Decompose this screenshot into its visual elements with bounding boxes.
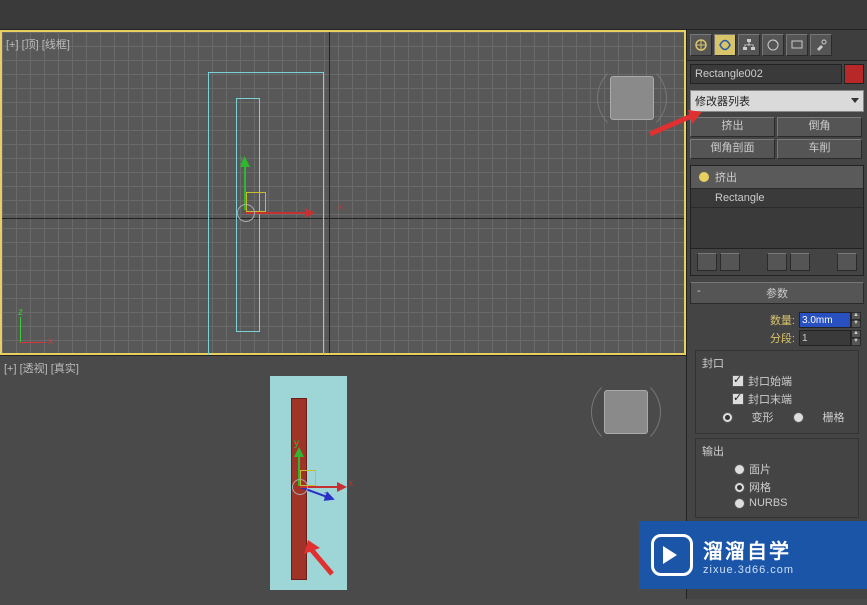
cap-start-label: 封口始端	[748, 373, 792, 389]
amount-spinner[interactable]	[799, 312, 851, 328]
viewport-grid	[2, 32, 684, 353]
pin-stack-icon[interactable]	[697, 253, 717, 271]
bulb-icon[interactable]	[699, 172, 709, 182]
modifier-stack: 挤出 Rectangle	[690, 165, 864, 276]
perspective-scene: x y z	[270, 376, 347, 590]
mesh-label: 网格	[749, 479, 771, 495]
output-legend: 输出	[702, 446, 724, 458]
patch-radio[interactable]	[734, 464, 745, 475]
spinner-up-icon[interactable]: ▲	[851, 312, 861, 320]
collapse-icon: -	[697, 285, 701, 297]
command-panel: 修改器列表 挤出 倒角 倒角剖面 车削 挤出 Rectangle	[686, 30, 867, 599]
modifier-list-label: 修改器列表	[695, 93, 750, 109]
bevel-profile-button[interactable]: 倒角剖面	[690, 139, 775, 159]
mesh-radio[interactable]	[734, 482, 745, 493]
nurbs-radio[interactable]	[734, 498, 745, 509]
show-end-result-icon[interactable]	[720, 253, 740, 271]
capping-legend: 封口	[702, 358, 724, 370]
extrude-button[interactable]: 挤出	[690, 117, 775, 137]
chamfer-button[interactable]: 倒角	[777, 117, 862, 137]
patch-label: 面片	[749, 461, 771, 477]
gizmo-center[interactable]	[237, 204, 255, 222]
utilities-tab-icon[interactable]	[810, 34, 832, 56]
create-tab-icon[interactable]	[690, 34, 712, 56]
grid-radio[interactable]	[793, 412, 804, 423]
remove-modifier-icon[interactable]	[790, 253, 810, 271]
morph-label: 变形	[752, 409, 774, 425]
configure-sets-icon[interactable]	[837, 253, 857, 271]
viewport-area: [+] [顶] [线框] x y z x [+] [透视] [真实]	[0, 30, 686, 599]
panel-tabs	[687, 30, 867, 61]
stack-item-label: 挤出	[715, 169, 737, 185]
object-name-input[interactable]	[690, 64, 842, 84]
segments-spinner[interactable]	[799, 330, 851, 346]
viewport-top[interactable]: [+] [顶] [线框] x y z x	[0, 30, 686, 355]
nurbs-label: NURBS	[749, 497, 788, 509]
morph-radio[interactable]	[722, 412, 733, 423]
stack-item-label: Rectangle	[715, 192, 765, 204]
modify-tab-icon[interactable]	[714, 34, 736, 56]
viewcube[interactable]	[604, 390, 648, 434]
viewport-perspective[interactable]: [+] [透视] [真实] x y z	[0, 355, 686, 599]
object-color-swatch[interactable]	[844, 64, 864, 84]
watermark: 溜溜自学 zixue.3d66.com	[639, 521, 867, 589]
lathe-button[interactable]: 车削	[777, 139, 862, 159]
gizmo-y-label: y	[240, 154, 245, 165]
modifier-list-dropdown[interactable]: 修改器列表	[690, 90, 864, 112]
spinner-down-icon[interactable]: ▼	[851, 338, 861, 346]
viewcube[interactable]	[610, 76, 654, 120]
gizmo-x-axis[interactable]	[246, 212, 312, 214]
segments-label: 分段:	[770, 330, 795, 346]
play-icon	[651, 534, 693, 576]
spinner-down-icon[interactable]: ▼	[851, 320, 861, 328]
watermark-title: 溜溜自学	[703, 535, 794, 564]
output-group: 输出 面片 网格 NURBS	[695, 438, 859, 518]
hierarchy-tab-icon[interactable]	[738, 34, 760, 56]
viewport-top-label[interactable]: [+] [顶] [线框]	[6, 36, 70, 52]
params-rollout-header[interactable]: - 参数	[690, 282, 864, 304]
params-rollout: 数量: ▲▼ 分段: ▲▼ 封口 封口始端	[687, 306, 867, 544]
grid-label: 栅格	[823, 409, 845, 425]
capping-group: 封口 封口始端 封口末端 变形 栅格	[695, 350, 859, 434]
rollout-title: 参数	[766, 288, 788, 300]
watermark-subtitle: zixue.3d66.com	[703, 564, 794, 576]
viewport-persp-label[interactable]: [+] [透视] [真实]	[4, 360, 79, 376]
spinner-up-icon[interactable]: ▲	[851, 330, 861, 338]
display-tab-icon[interactable]	[786, 34, 808, 56]
cap-end-label: 封口末端	[748, 391, 792, 407]
top-toolbar	[0, 0, 867, 30]
gizmo-x-label: x	[338, 202, 343, 213]
chevron-down-icon	[851, 98, 859, 107]
amount-label: 数量:	[770, 312, 795, 328]
stack-item-extrude[interactable]: 挤出	[691, 166, 863, 189]
stack-toolbar	[691, 248, 863, 275]
cap-start-checkbox[interactable]	[732, 375, 744, 387]
stack-item-rectangle[interactable]: Rectangle	[691, 189, 863, 208]
make-unique-icon[interactable]	[767, 253, 787, 271]
cap-end-checkbox[interactable]	[732, 393, 744, 405]
gizmo-center[interactable]	[292, 479, 308, 495]
motion-tab-icon[interactable]	[762, 34, 784, 56]
